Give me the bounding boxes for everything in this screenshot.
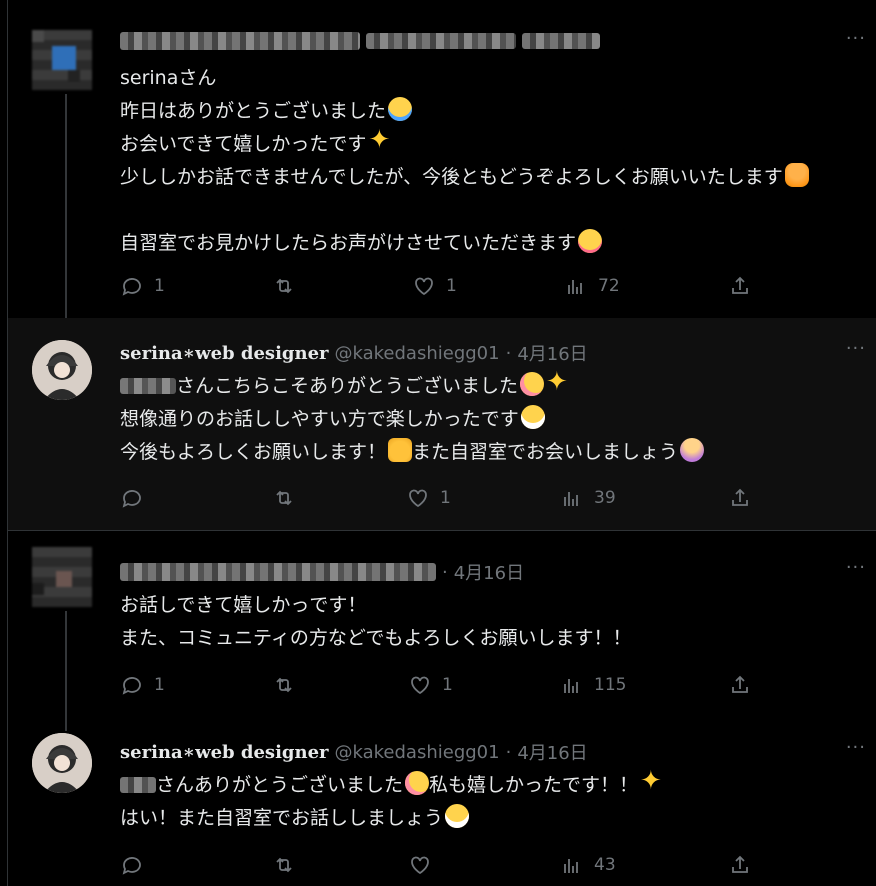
- display-name[interactable]: serina∗web designer: [120, 343, 329, 364]
- share-button[interactable]: [728, 274, 752, 298]
- tweet-text: さんこちらこそありがとうございました 想像通りのお話ししやすい方で楽しかったです…: [120, 366, 705, 469]
- share-button[interactable]: [728, 486, 752, 510]
- heart-icon: [411, 856, 429, 875]
- views-button[interactable]: 39: [560, 486, 616, 510]
- share-icon: [732, 488, 748, 506]
- reply-button[interactable]: [120, 853, 154, 877]
- like-button[interactable]: 1: [408, 673, 453, 697]
- retweet-button[interactable]: [272, 274, 306, 298]
- tweet-actions: 1 39: [120, 486, 760, 510]
- avatar-illustration: [32, 340, 92, 400]
- handle[interactable]: @kakedashiegg01: [335, 742, 500, 763]
- share-icon: [732, 675, 748, 693]
- bar-chart-icon: [568, 280, 582, 294]
- more-options-button[interactable]: ···: [846, 557, 866, 578]
- blurred-mention: [120, 777, 156, 793]
- like-button[interactable]: 1: [406, 486, 451, 510]
- share-icon: [732, 855, 748, 873]
- tweet-header: [120, 32, 600, 50]
- reply-icon: [122, 490, 141, 508]
- avatar[interactable]: [32, 547, 92, 607]
- more-options-button[interactable]: ···: [846, 737, 866, 758]
- raised-hands-icon: [388, 438, 413, 462]
- avatar[interactable]: [32, 30, 92, 90]
- retweet-button[interactable]: [272, 853, 306, 877]
- retweet-icon: [276, 490, 292, 506]
- avatar[interactable]: [32, 340, 92, 400]
- sparkles-icon: [640, 765, 664, 798]
- bar-chart-icon: [564, 859, 578, 873]
- sparkles-icon: [546, 366, 570, 399]
- share-button[interactable]: [728, 853, 752, 877]
- tweet-text: お話しできて嬉しかっです！ また、コミュニティの方などでもよろしくお願いします！…: [120, 594, 632, 649]
- tweet-text: さんありがとうございました私も嬉しかったです！！ はい！また自習室でお話ししまし…: [120, 765, 664, 835]
- thread-line: [65, 94, 67, 324]
- reply-button[interactable]: [120, 486, 154, 510]
- avatar[interactable]: [32, 733, 92, 793]
- views-button[interactable]: 115: [560, 673, 626, 697]
- like-button[interactable]: 1: [412, 274, 457, 298]
- retweet-icon: [276, 677, 292, 693]
- retweet-button[interactable]: [272, 486, 306, 510]
- views-button[interactable]: 43: [560, 853, 616, 877]
- reply-button[interactable]: 1: [120, 274, 165, 298]
- bar-chart-icon: [564, 679, 578, 693]
- timestamp[interactable]: 4月16日: [517, 340, 587, 366]
- reply-icon: [122, 857, 141, 875]
- tweet-actions: 1 1 72: [120, 274, 760, 298]
- thread-line: [65, 611, 67, 731]
- timestamp[interactable]: 4月16日: [517, 739, 587, 765]
- handle[interactable]: @kakedashiegg01: [335, 343, 500, 364]
- share-button[interactable]: [728, 673, 752, 697]
- tweet-4[interactable]: serina∗web designer @kakedashiegg01 · 4月…: [8, 731, 876, 886]
- more-options-button[interactable]: ···: [846, 338, 866, 359]
- grinning-face-icon: [520, 405, 545, 429]
- blurred-handle: [366, 33, 516, 49]
- person-gesturing-icon: [680, 438, 705, 462]
- blurred-name: [120, 563, 436, 581]
- sparkles-icon: [368, 124, 392, 157]
- blurred-date: [522, 33, 600, 49]
- tweet-header: · 4月16日: [120, 559, 524, 585]
- retweet-icon: [276, 278, 292, 294]
- reply-icon: [122, 278, 141, 296]
- tweet-1[interactable]: ··· serinaさん 昨日はありがとうございました お会いできて嬉しかったで…: [8, 0, 876, 324]
- reply-button[interactable]: 1: [120, 673, 165, 697]
- blushing-face-icon: [520, 372, 545, 396]
- tweet-3[interactable]: · 4月16日 ··· お話しできて嬉しかっです！ また、コミュニティの方などで…: [8, 531, 876, 731]
- tweet-header: serina∗web designer @kakedashiegg01 · 4月…: [120, 340, 588, 366]
- heart-icon: [409, 489, 427, 508]
- retweet-button[interactable]: [272, 673, 306, 697]
- tweet-header: serina∗web designer @kakedashiegg01 · 4月…: [120, 739, 588, 765]
- bowing-person-icon: [784, 163, 809, 187]
- like-button[interactable]: [408, 853, 442, 877]
- smiling-face-icon: [578, 229, 603, 253]
- share-icon: [732, 276, 748, 294]
- reply-icon: [122, 677, 141, 695]
- avatar-illustration: [32, 733, 92, 793]
- timestamp[interactable]: 4月16日: [454, 559, 524, 585]
- tweet-text: serinaさん 昨日はありがとうございました お会いできて嬉しかったです 少し…: [120, 62, 809, 260]
- heart-icon: [415, 277, 433, 296]
- crying-face-icon: [388, 97, 413, 121]
- tweet-2[interactable]: serina∗web designer @kakedashiegg01 · 4月…: [8, 318, 876, 530]
- tweet-actions: 43: [120, 853, 760, 877]
- more-options-button[interactable]: ···: [846, 28, 866, 49]
- blurred-name: [120, 32, 360, 50]
- blurred-mention: [120, 378, 176, 394]
- blushing-face-icon: [405, 771, 430, 795]
- retweet-icon: [276, 857, 292, 873]
- bar-chart-icon: [564, 492, 578, 506]
- grinning-face-icon: [445, 804, 470, 828]
- views-button[interactable]: 72: [564, 274, 620, 298]
- display-name[interactable]: serina∗web designer: [120, 742, 329, 763]
- heart-icon: [411, 676, 429, 695]
- tweet-actions: 1 1 115: [120, 673, 760, 697]
